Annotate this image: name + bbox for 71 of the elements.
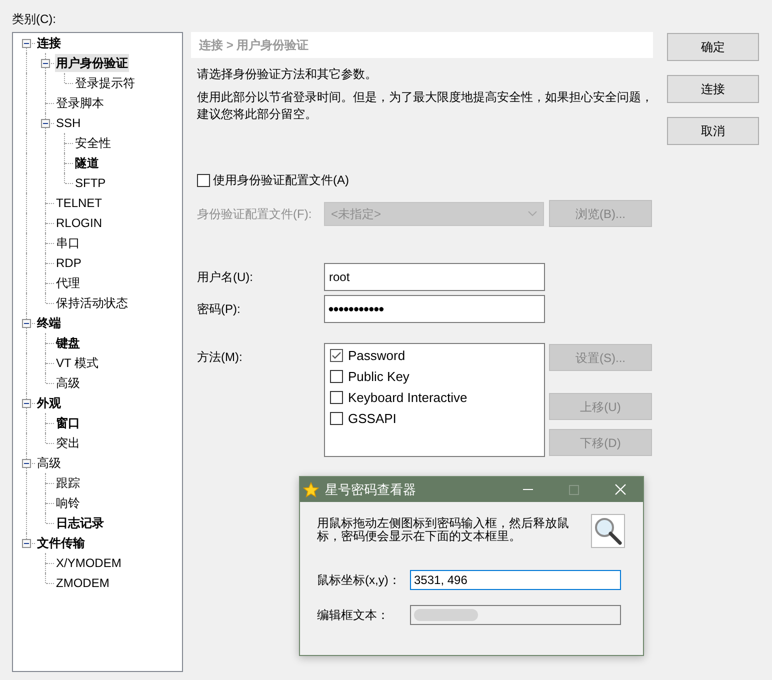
field-label: 身份验证配置文件(F):: [197, 206, 313, 222]
checkbox[interactable]: [330, 349, 343, 362]
description-text: 使用此部分以节省登录时间。但是，为了最大限度地提高安全性，如果担心安全问题，建议您将此部分留空。: [197, 89, 654, 123]
tree-item[interactable]: 安全性: [74, 134, 112, 152]
checkbox-label[interactable]: 使用身份验证配置文件(A): [213, 171, 349, 189]
tree-item[interactable]: RLOGIN: [55, 214, 104, 232]
dialog-button[interactable]: 确定: [667, 33, 759, 61]
minus-box-icon[interactable]: [22, 319, 31, 328]
checkbox[interactable]: [330, 370, 343, 383]
tree-item[interactable]: 终端: [36, 314, 62, 332]
breadcrumb: 连接 > 用户身份验证: [199, 37, 309, 54]
magnifier-icon[interactable]: [591, 514, 625, 548]
blur-patch-icon: [414, 609, 478, 621]
field-label: 编辑框文本：: [317, 607, 390, 624]
field-label: 鼠标坐标(x,y)：: [317, 572, 402, 589]
maximize-icon: [569, 484, 579, 494]
tree-item[interactable]: 用户身份验证: [55, 54, 129, 72]
field-label: 密码(P):: [197, 301, 242, 318]
tree-item[interactable]: 登录提示符: [74, 74, 136, 92]
tree-item[interactable]: SFTP: [74, 174, 107, 192]
edit-text-field[interactable]: [410, 605, 621, 625]
tree-item[interactable]: 文件传输: [36, 534, 86, 552]
minus-box-icon[interactable]: [22, 39, 31, 48]
instructions-text: 用鼠标拖动左侧图标到密码输入框，然后释放鼠标，密码便会显示在下面的文本框里。: [317, 517, 570, 543]
method-label[interactable]: Keyboard Interactive: [348, 388, 468, 408]
tree-item[interactable]: RDP: [55, 254, 82, 272]
tree-item[interactable]: TELNET: [55, 194, 104, 212]
tree-item[interactable]: 突出: [55, 434, 81, 452]
tree-item[interactable]: VT 模式: [55, 354, 100, 372]
tree-item[interactable]: SSH: [55, 114, 82, 132]
tree-item[interactable]: 高级: [55, 374, 81, 392]
coordinates-field[interactable]: 3531, 496: [410, 570, 621, 590]
minus-box-icon[interactable]: [22, 459, 31, 468]
tree-item[interactable]: 保持活动状态: [55, 294, 129, 312]
tree-item[interactable]: 登录脚本: [55, 94, 105, 112]
dialog-button[interactable]: 连接: [667, 75, 759, 103]
tree-item[interactable]: 连接: [36, 34, 62, 52]
tree-item[interactable]: 跟踪: [55, 474, 81, 492]
minus-box-icon[interactable]: [22, 399, 31, 408]
tree-item[interactable]: 日志记录: [55, 514, 105, 532]
tree-item[interactable]: ZMODEM: [55, 574, 110, 592]
tree-item[interactable]: 代理: [55, 274, 81, 292]
tree-item[interactable]: 键盘: [55, 334, 81, 352]
username-field[interactable]: root: [324, 263, 545, 291]
minus-box-icon[interactable]: [22, 539, 31, 548]
tree-item[interactable]: 串口: [55, 234, 81, 252]
viewer-title: 星号密码查看器: [325, 480, 416, 499]
password-field[interactable]: ●●●●●●●●●●●: [324, 295, 545, 323]
tree-item[interactable]: 窗口: [55, 414, 81, 432]
minus-box-icon[interactable]: [41, 59, 50, 68]
minimize-icon: [523, 489, 533, 490]
tree-item[interactable]: 高级: [36, 454, 62, 472]
method-label[interactable]: Password: [348, 346, 406, 366]
method-label[interactable]: GSSAPI: [348, 408, 396, 428]
tree-item[interactable]: X/YMODEM: [55, 554, 122, 572]
tree-item[interactable]: 响铃: [55, 494, 81, 512]
checkbox[interactable]: [197, 174, 210, 186]
checkbox[interactable]: [330, 412, 343, 425]
tree-label: 类别(C):: [12, 12, 56, 26]
checkbox[interactable]: [330, 391, 343, 404]
chevron-down-icon: [528, 211, 537, 216]
intro-text: 请选择身份验证方法和其它参数。: [197, 66, 378, 82]
dialog-button[interactable]: 取消: [667, 117, 759, 145]
field-label: 用户名(U):: [197, 269, 254, 286]
tree-item[interactable]: 隧道: [74, 154, 100, 172]
minus-box-icon[interactable]: [41, 119, 50, 128]
tree-item[interactable]: 外观: [36, 394, 62, 412]
method-label[interactable]: Public Key: [348, 366, 410, 386]
close-icon: [614, 484, 626, 495]
star-icon: [303, 482, 319, 498]
field-label: 方法(M):: [197, 349, 244, 366]
